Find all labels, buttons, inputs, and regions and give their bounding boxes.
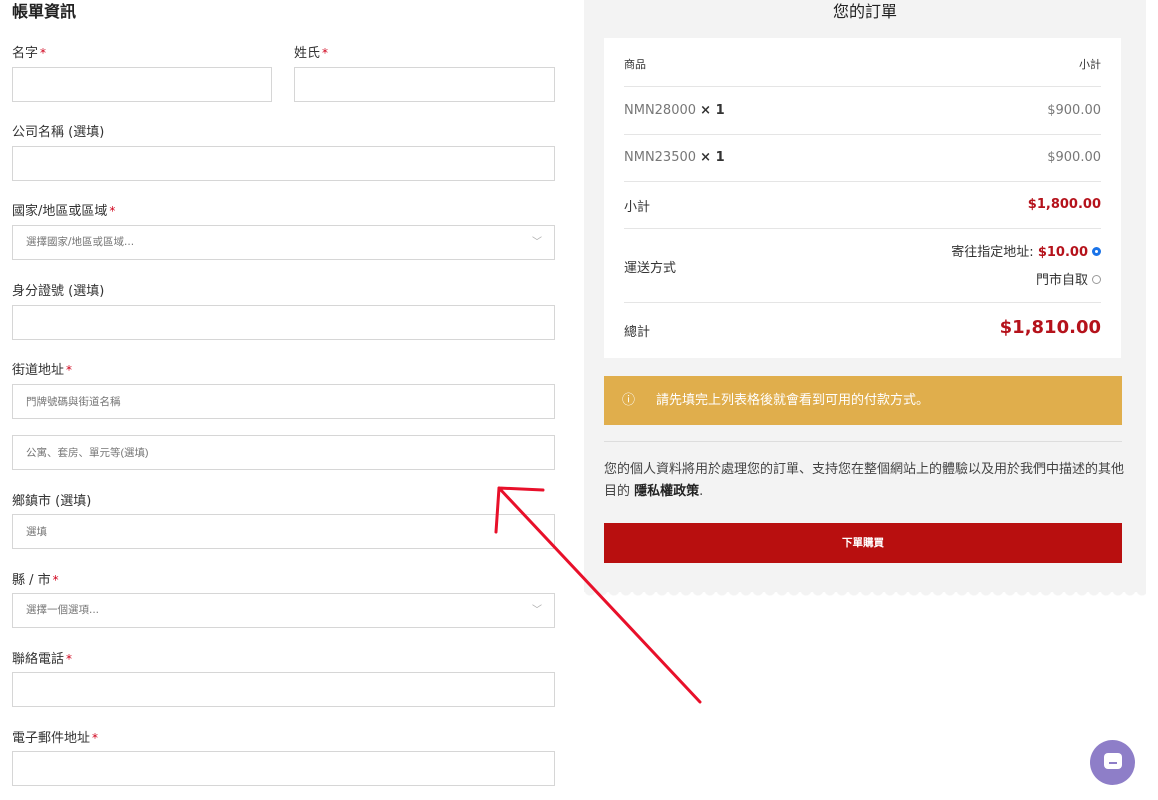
table-row: NMN23500 × 1 $900.00 xyxy=(624,135,1101,182)
order-title: 您的訂單 xyxy=(832,2,897,21)
total-row: 總計 $1,810.00 xyxy=(624,303,1101,358)
phone-label: 聯絡電話 * xyxy=(12,652,73,667)
privacy-policy-link[interactable]: 隱私權政策 xyxy=(634,484,699,499)
place-order-button[interactable]: 下單購買 xyxy=(604,523,1122,563)
county-select-value: 選擇一個選項... xyxy=(26,604,100,616)
subtotal-label: 小計 xyxy=(624,200,651,215)
id-number-label: 身分證號 (選填) xyxy=(12,284,105,299)
last-name-input[interactable] xyxy=(294,67,555,102)
email-input[interactable] xyxy=(12,751,555,786)
payment-notice: ⓘ 請先填完上列表格後就會看到可用的付款方式。 xyxy=(604,376,1122,425)
email-label: 電子郵件地址 * xyxy=(12,731,99,746)
table-header: 商品 小計 xyxy=(624,38,1101,87)
total-value: $1,810.00 xyxy=(999,317,1101,338)
order-table: 商品 小計 NMN28000 × 1 $900.00 NMN23500 × 1 … xyxy=(604,38,1121,358)
town-input[interactable] xyxy=(12,514,555,549)
shipping-option-pickup[interactable]: 門市自取 xyxy=(1036,269,1101,288)
item-name: NMN28000 × 1 xyxy=(624,103,725,118)
table-row: NMN28000 × 1 $900.00 xyxy=(624,87,1101,135)
company-label: 公司名稱 (選填) xyxy=(12,125,105,140)
chevron-down-icon: ﹀ xyxy=(532,237,542,248)
chevron-down-icon: ﹀ xyxy=(532,605,542,616)
privacy-text: 您的個人資料將用於處理您的訂單、支持您在整個網站上的體驗以及用於我們中描述的其他… xyxy=(604,462,1125,499)
item-price: $900.00 xyxy=(1047,150,1101,165)
id-number-input[interactable] xyxy=(12,305,555,340)
subtotal-header: 小計 xyxy=(1079,58,1101,71)
first-name-input[interactable] xyxy=(12,67,272,102)
notice-text: 請先填完上列表格後就會看到可用的付款方式。 xyxy=(656,393,930,408)
item-name: NMN23500 × 1 xyxy=(624,150,725,165)
country-select[interactable]: 選擇國家/地區或區域... ﹀ xyxy=(12,225,555,260)
company-input[interactable] xyxy=(12,146,555,181)
country-select-value: 選擇國家/地區或區域... xyxy=(26,236,135,248)
divider xyxy=(604,441,1122,442)
county-label: 縣 / 市 * xyxy=(12,573,59,588)
street-input[interactable] xyxy=(12,384,555,419)
shipping-label: 運送方式 xyxy=(624,261,677,276)
radio-unselected-icon[interactable] xyxy=(1092,275,1101,284)
chat-bubble-icon xyxy=(1104,753,1122,769)
subtotal-value: $1,800.00 xyxy=(1027,197,1101,212)
product-header: 商品 xyxy=(624,58,646,71)
phone-input[interactable] xyxy=(12,672,555,707)
shipping-option-delivery[interactable]: 寄往指定地址: $10.00 xyxy=(951,241,1101,260)
street2-input[interactable] xyxy=(12,435,555,470)
street-label: 街道地址 * xyxy=(12,363,73,378)
total-label: 總計 xyxy=(624,325,651,340)
first-name-label: 名字 * xyxy=(12,46,47,61)
shipping-row: 運送方式 寄往指定地址: $10.00 門市自取 xyxy=(624,229,1101,303)
subtotal-row: 小計 $1,800.00 xyxy=(624,182,1101,229)
town-label: 鄉鎮市 (選填) xyxy=(12,494,92,509)
chat-widget-button[interactable] xyxy=(1090,740,1135,785)
country-label: 國家/地區或區域 * xyxy=(12,204,116,219)
item-price: $900.00 xyxy=(1047,103,1101,118)
county-select[interactable]: 選擇一個選項... ﹀ xyxy=(12,593,555,628)
radio-selected-icon[interactable] xyxy=(1092,247,1101,256)
billing-title: 帳單資訊 xyxy=(12,2,77,21)
info-circle-icon: ⓘ xyxy=(622,393,636,408)
last-name-label: 姓氏 * xyxy=(294,46,329,61)
